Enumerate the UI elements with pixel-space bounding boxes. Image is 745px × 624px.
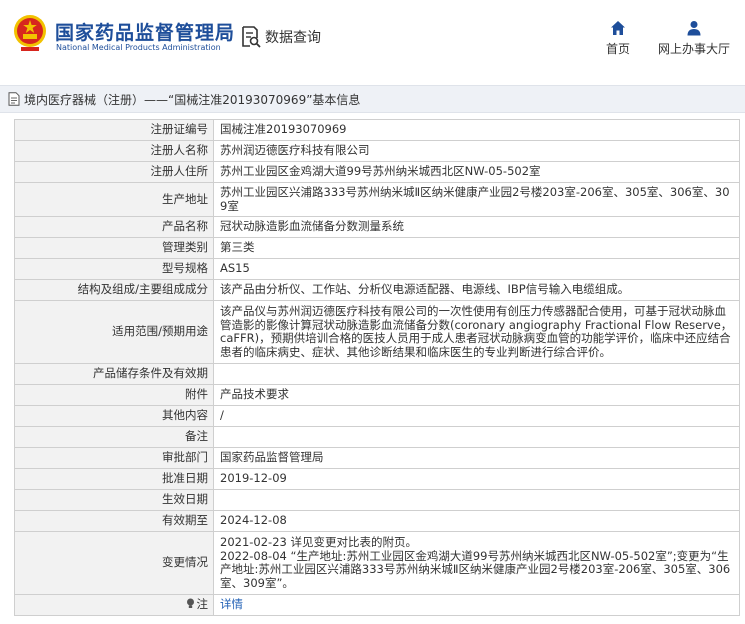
field-label: 变更情况: [14, 531, 214, 595]
table-row: 生效日期: [14, 489, 740, 511]
registration-detail-table: 注册证编号 国械注准20193070969 注册人名称 苏州润迈德医疗科技有限公…: [14, 119, 740, 616]
table-row: 注册人名称 苏州润迈德医疗科技有限公司: [14, 140, 740, 162]
table-row: 有效期至 2024-12-08: [14, 510, 740, 532]
national-emblem-logo[interactable]: [12, 14, 48, 52]
field-value: 苏州工业园区金鸡湖大道99号苏州纳米城西北区NW-05-502室: [213, 161, 740, 183]
field-label: 生产地址: [14, 182, 214, 217]
table-row: 批准日期 2019-12-09: [14, 468, 740, 490]
table-row: 附件 产品技术要求: [14, 384, 740, 406]
field-label: 批准日期: [14, 468, 214, 490]
home-icon: [611, 21, 625, 35]
change-entry: 2021-02-23 详见变更对比表的附页。: [220, 535, 417, 549]
table-row: 备注: [14, 426, 740, 448]
field-label: 型号规格: [14, 258, 214, 280]
table-row: 注册人住所 苏州工业园区金鸡湖大道99号苏州纳米城西北区NW-05-502室: [14, 161, 740, 183]
field-value: [213, 363, 740, 385]
details-link[interactable]: 详情: [220, 597, 243, 612]
table-row: 变更情况 2021-02-23 详见变更对比表的附页。 2022-08-04 “…: [14, 531, 740, 595]
nav-home[interactable]: 首页: [600, 20, 636, 57]
table-row: 其他内容 /: [14, 405, 740, 427]
field-value: 冠状动脉造影血流储备分数测量系统: [213, 216, 740, 238]
field-value: [213, 489, 740, 511]
field-label: 备注: [14, 426, 214, 448]
field-label: 产品储存条件及有效期: [14, 363, 214, 385]
nav-online-label: 网上办事大厅: [657, 42, 730, 56]
table-row: 注 详情: [14, 594, 740, 616]
nav-online-service-hall[interactable]: 网上办事大厅: [656, 20, 732, 57]
breadcrumb: 境内医疗器械（注册）——“国械注准20193070969”基本信息: [0, 85, 745, 113]
table-row: 结构及组成/主要组成成分 该产品由分析仪、工作站、分析仪电源适配器、电源线、IB…: [14, 279, 740, 301]
table-row: 产品名称 冠状动脉造影血流储备分数测量系统: [14, 216, 740, 238]
field-value: 该产品由分析仪、工作站、分析仪电源适配器、电源线、IBP信号输入电缆组成。: [213, 279, 740, 301]
change-history-value: 2021-02-23 详见变更对比表的附页。 2022-08-04 “生产地址:…: [213, 531, 740, 595]
field-label: 有效期至: [14, 510, 214, 532]
field-value: 2024-12-08: [213, 510, 740, 532]
nav-home-label: 首页: [605, 42, 630, 56]
document-icon: [8, 92, 20, 106]
change-entry: 2022-08-04 “生产地址:苏州工业园区金鸡湖大道99号苏州纳米城西北区N…: [220, 548, 731, 590]
table-row: 产品储存条件及有效期: [14, 363, 740, 385]
field-value: 苏州工业园区兴浦路333号苏州纳米城Ⅱ区纳米健康产业园2号楼203室-206室、…: [213, 182, 740, 217]
user-icon: [687, 21, 701, 36]
field-label: 适用范围/预期用途: [14, 300, 214, 364]
note-value-cell: 详情: [213, 594, 740, 616]
field-value: /: [213, 405, 740, 427]
table-row: 适用范围/预期用途 该产品仪与苏州润迈德医疗科技有限公司的一次性使用有创压力传感…: [14, 300, 740, 364]
attachment-value: 产品技术要求: [213, 384, 740, 406]
note-label-cell: 注: [14, 594, 214, 616]
data-query-link[interactable]: 数据查询: [241, 26, 321, 48]
breadcrumb-text: 境内医疗器械（注册）——“国械注准20193070969”基本信息: [24, 92, 361, 107]
field-value: 2019-12-09: [213, 468, 740, 490]
table-row: 审批部门 国家药品监督管理局: [14, 447, 740, 469]
field-label: 生效日期: [14, 489, 214, 511]
field-label: 注: [196, 597, 209, 612]
field-label: 管理类别: [14, 237, 214, 259]
field-label: 产品名称: [14, 216, 214, 238]
table-row: 注册证编号 国械注准20193070969: [14, 119, 740, 141]
table-row: 型号规格 AS15: [14, 258, 740, 280]
field-label: 审批部门: [14, 447, 214, 469]
brand-subtitle: National Medical Products Administration: [56, 43, 221, 52]
field-value: 国家药品监督管理局: [213, 447, 740, 469]
field-label: 注册证编号: [14, 119, 214, 141]
table-row: 管理类别 第三类: [14, 237, 740, 259]
field-label: 结构及组成/主要组成成分: [14, 279, 214, 301]
document-search-icon: [242, 26, 261, 48]
field-value: [213, 426, 740, 448]
data-query-label: 数据查询: [265, 30, 321, 46]
field-value: AS15: [213, 258, 740, 280]
lightbulb-icon: [186, 598, 194, 609]
field-label: 附件: [14, 384, 214, 406]
table-row: 生产地址 苏州工业园区兴浦路333号苏州纳米城Ⅱ区纳米健康产业园2号楼203室-…: [14, 182, 740, 217]
field-value: 国械注准20193070969: [213, 119, 740, 141]
field-label: 其他内容: [14, 405, 214, 427]
field-label: 注册人名称: [14, 140, 214, 162]
brand-title: 国家药品监督管理局: [55, 22, 236, 44]
field-value: 第三类: [213, 237, 740, 259]
field-label: 注册人住所: [14, 161, 214, 183]
field-value: 该产品仪与苏州润迈德医疗科技有限公司的一次性使用有创压力传感器配合使用，可基于冠…: [213, 300, 740, 364]
field-value: 苏州润迈德医疗科技有限公司: [213, 140, 740, 162]
site-header: 国家药品监督管理局 National Medical Products Admi…: [0, 0, 745, 72]
